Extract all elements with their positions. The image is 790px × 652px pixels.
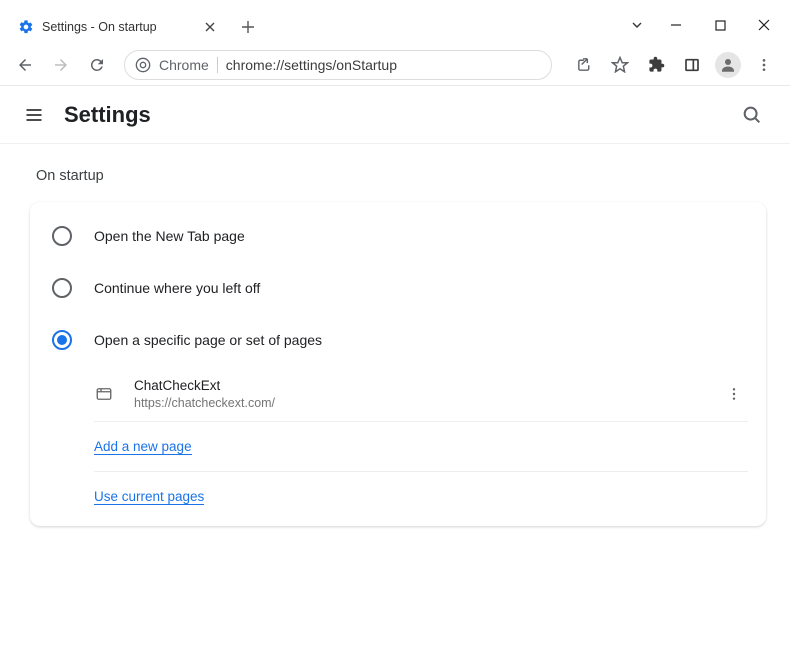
toolbar: Chrome chrome://settings/onStartup xyxy=(0,44,790,86)
radio-unchecked-icon xyxy=(52,278,72,298)
search-button[interactable] xyxy=(732,95,772,135)
address-url: chrome://settings/onStartup xyxy=(226,57,397,73)
minimize-button[interactable] xyxy=(654,9,698,41)
bookmark-star-icon[interactable] xyxy=(604,50,636,80)
add-page-row: Add a new page xyxy=(94,422,748,472)
page-more-button[interactable] xyxy=(720,380,748,408)
use-current-row: Use current pages xyxy=(94,472,748,522)
startup-card: Open the New Tab page Continue where you… xyxy=(30,202,766,526)
address-divider xyxy=(217,57,218,73)
hamburger-menu-button[interactable] xyxy=(18,99,50,131)
new-tab-button[interactable] xyxy=(234,13,262,41)
use-current-link[interactable]: Use current pages xyxy=(94,489,204,505)
chrome-logo-icon xyxy=(135,57,151,73)
option-specific-pages[interactable]: Open a specific page or set of pages xyxy=(30,314,766,366)
close-window-button[interactable] xyxy=(742,9,786,41)
page-info: ChatCheckExt https://chatcheckext.com/ xyxy=(134,377,720,410)
page-favicon-icon xyxy=(94,384,114,404)
option-label: Open the New Tab page xyxy=(94,228,245,244)
option-continue[interactable]: Continue where you left off xyxy=(30,262,766,314)
option-new-tab[interactable]: Open the New Tab page xyxy=(30,210,766,262)
list-item: ChatCheckExt https://chatcheckext.com/ xyxy=(94,366,748,422)
add-page-link[interactable]: Add a new page xyxy=(94,439,192,455)
address-prefix: Chrome xyxy=(159,57,209,73)
sidepanel-icon[interactable] xyxy=(676,50,708,80)
avatar-icon xyxy=(715,52,741,78)
address-bar[interactable]: Chrome chrome://settings/onStartup xyxy=(124,50,552,80)
tab-search-chevron-icon[interactable] xyxy=(620,9,654,41)
window-controls xyxy=(620,6,790,44)
back-button[interactable] xyxy=(10,50,40,80)
settings-gear-icon xyxy=(18,19,34,35)
share-icon[interactable] xyxy=(568,50,600,80)
browser-tab[interactable]: Settings - On startup xyxy=(8,10,228,44)
kebab-menu-icon[interactable] xyxy=(748,50,780,80)
option-label: Continue where you left off xyxy=(94,280,260,296)
page-title: Settings xyxy=(64,102,732,128)
section-title: On startup xyxy=(36,168,776,184)
titlebar: Settings - On startup xyxy=(0,0,790,44)
startup-page-list: ChatCheckExt https://chatcheckext.com/ A… xyxy=(94,366,748,522)
settings-page-header: Settings xyxy=(0,86,790,144)
settings-content: On startup Open the New Tab page Continu… xyxy=(0,144,790,526)
profile-avatar-button[interactable] xyxy=(712,50,744,80)
option-label: Open a specific page or set of pages xyxy=(94,332,322,348)
reload-button[interactable] xyxy=(82,50,112,80)
extensions-puzzle-icon[interactable] xyxy=(640,50,672,80)
page-url: https://chatcheckext.com/ xyxy=(134,396,720,410)
radio-checked-icon xyxy=(52,330,72,350)
page-name: ChatCheckExt xyxy=(134,377,720,396)
forward-button[interactable] xyxy=(46,50,76,80)
tab-title: Settings - On startup xyxy=(42,20,196,34)
close-tab-icon[interactable] xyxy=(202,19,218,35)
maximize-button[interactable] xyxy=(698,9,742,41)
radio-unchecked-icon xyxy=(52,226,72,246)
